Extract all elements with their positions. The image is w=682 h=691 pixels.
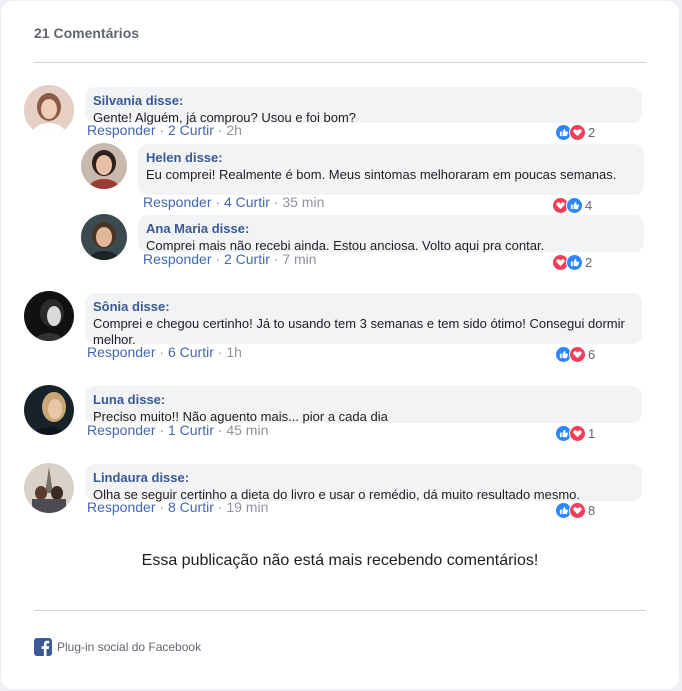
like-link[interactable]: Curtir — [180, 344, 214, 360]
avatar[interactable] — [81, 214, 127, 260]
comment-actions: Responder · 4 Curtir · 35 min — [143, 194, 325, 210]
reaction-summary[interactable]: 2 — [555, 123, 595, 141]
comments-closed-message: Essa publicação não está mais recebendo … — [141, 552, 539, 569]
comment-author[interactable]: Ana Maria disse: — [146, 221, 636, 236]
like-link[interactable]: Curtir — [236, 194, 270, 210]
comment-actions: Responder · 6 Curtir · 1h — [87, 344, 242, 360]
like-count: 1 — [167, 422, 176, 438]
like-link[interactable]: Curtir — [236, 251, 270, 267]
comment-text: Eu comprei! Realmente é bom. Meus sintom… — [146, 167, 617, 182]
comments-plugin-card: 21 Comentários Silvania disse: Gente! Al… — [1, 1, 679, 689]
comment-author[interactable]: Sônia disse: — [93, 299, 634, 314]
reply-link[interactable]: Responder — [143, 251, 212, 267]
love-reaction-icon — [569, 123, 586, 141]
comment-time: 19 min — [226, 499, 269, 515]
reaction-summary[interactable]: 2 — [552, 253, 592, 271]
like-link[interactable]: Curtir — [180, 499, 214, 515]
avatar[interactable] — [24, 385, 74, 435]
avatar[interactable] — [24, 291, 74, 341]
reaction-count: 2 — [588, 124, 596, 140]
reply-link[interactable]: Responder — [87, 344, 156, 360]
comment-actions: Responder · 2 Curtir · 7 min — [143, 251, 317, 267]
comment-bubble: Helen disse: Eu comprei! Realmente é bom… — [138, 144, 644, 195]
comment-author[interactable]: Luna disse: — [93, 392, 634, 407]
reaction-summary[interactable]: 4 — [552, 196, 592, 214]
love-reaction-icon — [569, 345, 586, 363]
comment-bubble: Silvania disse: Gente! Alguém, já compro… — [85, 87, 642, 125]
comment-bubble: Ana Maria disse: Comprei mais não recebi… — [138, 215, 644, 253]
like-count: 8 — [167, 499, 176, 515]
reply-link[interactable]: Responder — [143, 194, 212, 210]
top-divider — [34, 62, 646, 63]
avatar[interactable] — [24, 463, 74, 513]
reaction-summary[interactable]: 6 — [555, 345, 595, 363]
reply-link[interactable]: Responder — [87, 122, 156, 138]
like-count: 6 — [167, 344, 176, 360]
like-count: 2 — [223, 251, 232, 267]
reaction-count: 4 — [585, 197, 593, 213]
comment-time: 7 min — [282, 251, 317, 267]
bottom-divider — [34, 610, 646, 611]
facebook-icon — [34, 638, 52, 656]
reaction-count: 8 — [588, 502, 596, 518]
like-reaction-icon — [566, 253, 583, 271]
reaction-count: 2 — [585, 254, 593, 270]
comment-time: 35 min — [282, 194, 325, 210]
comment-author[interactable]: Silvania disse: — [93, 93, 634, 108]
comment-time: 2h — [226, 122, 242, 138]
plugin-label[interactable]: Plug-in social do Facebook — [57, 640, 201, 654]
reply-link[interactable]: Responder — [87, 422, 156, 438]
like-link[interactable]: Curtir — [180, 422, 214, 438]
like-count: 2 — [167, 122, 176, 138]
avatar[interactable] — [24, 85, 74, 135]
comment-bubble: Luna disse: Preciso muito!! Não aguento … — [85, 386, 642, 424]
love-reaction-icon — [569, 424, 586, 442]
reaction-summary[interactable]: 1 — [555, 424, 595, 442]
comment-actions: Responder · 8 Curtir · 19 min — [87, 499, 269, 515]
love-reaction-icon — [569, 501, 586, 519]
reaction-summary[interactable]: 8 — [555, 501, 595, 519]
comment-actions: Responder · 2 Curtir · 2h — [87, 122, 242, 138]
avatar[interactable] — [81, 143, 127, 189]
comment-bubble: Lindaura disse: Olha se seguir certinho … — [85, 464, 642, 502]
like-count: 4 — [223, 194, 232, 210]
reply-link[interactable]: Responder — [87, 499, 156, 515]
comment-count: 21 Comentários — [34, 25, 140, 41]
comment-time: 1h — [226, 344, 242, 360]
reaction-count: 1 — [588, 425, 596, 441]
comment-time: 45 min — [226, 422, 269, 438]
reaction-count: 6 — [588, 346, 596, 362]
plugin-footer[interactable]: Plug-in social do Facebook — [34, 638, 201, 656]
like-link[interactable]: Curtir — [180, 122, 214, 138]
comment-bubble: Sônia disse: Comprei e chegou certinho! … — [85, 293, 642, 347]
comment-author[interactable]: Helen disse: — [146, 150, 636, 165]
like-reaction-icon — [566, 196, 583, 214]
comment-actions: Responder · 1 Curtir · 45 min — [87, 422, 269, 438]
comment-author[interactable]: Lindaura disse: — [93, 470, 634, 485]
